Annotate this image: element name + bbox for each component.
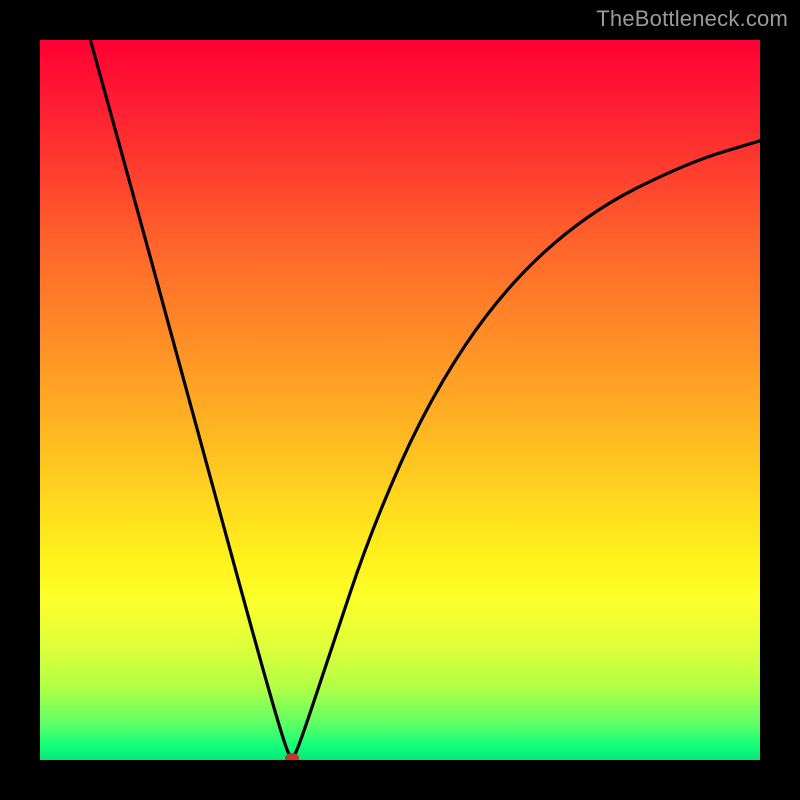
curve-svg <box>40 40 760 760</box>
chart-frame: TheBottleneck.com <box>0 0 800 800</box>
plot-area <box>40 40 760 760</box>
bottleneck-curve <box>90 40 760 760</box>
minimum-marker <box>285 753 299 760</box>
watermark-text: TheBottleneck.com <box>596 6 788 32</box>
